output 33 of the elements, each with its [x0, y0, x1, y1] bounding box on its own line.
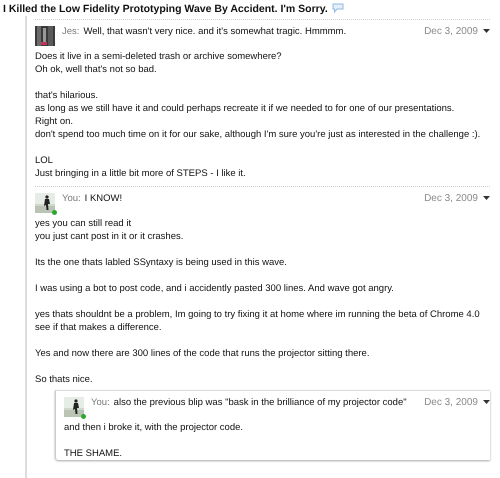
message-line: yes you can still read it	[35, 217, 132, 230]
message-line: see if that makes a difference.	[35, 321, 163, 334]
message-line: and then i broke it, with the projector code.	[64, 421, 244, 434]
message-line: Does it live in a semi-deleted trash or archive somewhere?	[35, 50, 283, 63]
blip-headline: Well, that wasn't very nice. and it's somewhat tragic. Hmmmm.	[83, 26, 346, 37]
message-line: as long as we still have it and could perhaps recreate it if we needed to for one of our presentations.	[35, 102, 456, 115]
wave-title: I Killed the Low Fidelity Prototyping Wave By Accident. I'm Sorry.	[3, 3, 328, 15]
caret-icon[interactable]	[483, 29, 490, 33]
message-line: yes thats shouldnt be a problem, Im going to try fixing it at home where im running the beta of Chrome 4.0	[35, 308, 481, 321]
blip-headline: I KNOW!	[84, 193, 122, 204]
blip-date: Dec 3, 2009	[424, 397, 478, 408]
message-line: you just cant post in it or it crashes.	[35, 230, 184, 243]
message-line: THE SHAME.	[64, 447, 124, 460]
author-name: Jes:	[62, 26, 80, 37]
blip-date: Dec 3, 2009	[424, 26, 478, 37]
blip-headline: also the previous blip was "bask in the brilliance of my projector code"	[114, 397, 407, 408]
blip-date: Dec 3, 2009	[424, 193, 478, 204]
author-name: You:	[91, 397, 110, 408]
online-status-dot	[81, 414, 86, 419]
message-line: Yes and now there are 300 lines of the code that runs the projector sitting there.	[35, 347, 370, 360]
message-line: So thats nice.	[35, 373, 94, 386]
message-line: LOL	[35, 154, 54, 167]
message-line: Oh ok, well that's not so bad.	[35, 63, 158, 76]
online-status-dot	[52, 210, 57, 215]
caret-icon[interactable]	[483, 196, 490, 200]
message-line: Its the one thats labled SSyntaxy is being used in this wave.	[35, 256, 288, 269]
author-name: You:	[62, 193, 81, 204]
message-line: I was using a bot to post code, and i accidently pasted 300 lines. And wave got angry.	[35, 282, 395, 295]
message-line: don't spend too much time on it for our sake, although I'm sure you're just as interested in the challenge :).	[35, 128, 482, 141]
message-line: that's hilarious.	[35, 89, 100, 102]
message-line: Just bringing in a little bit more of STEPS - I like it.	[35, 167, 247, 180]
caret-icon[interactable]	[483, 400, 490, 404]
message-line: Right on.	[35, 115, 74, 128]
